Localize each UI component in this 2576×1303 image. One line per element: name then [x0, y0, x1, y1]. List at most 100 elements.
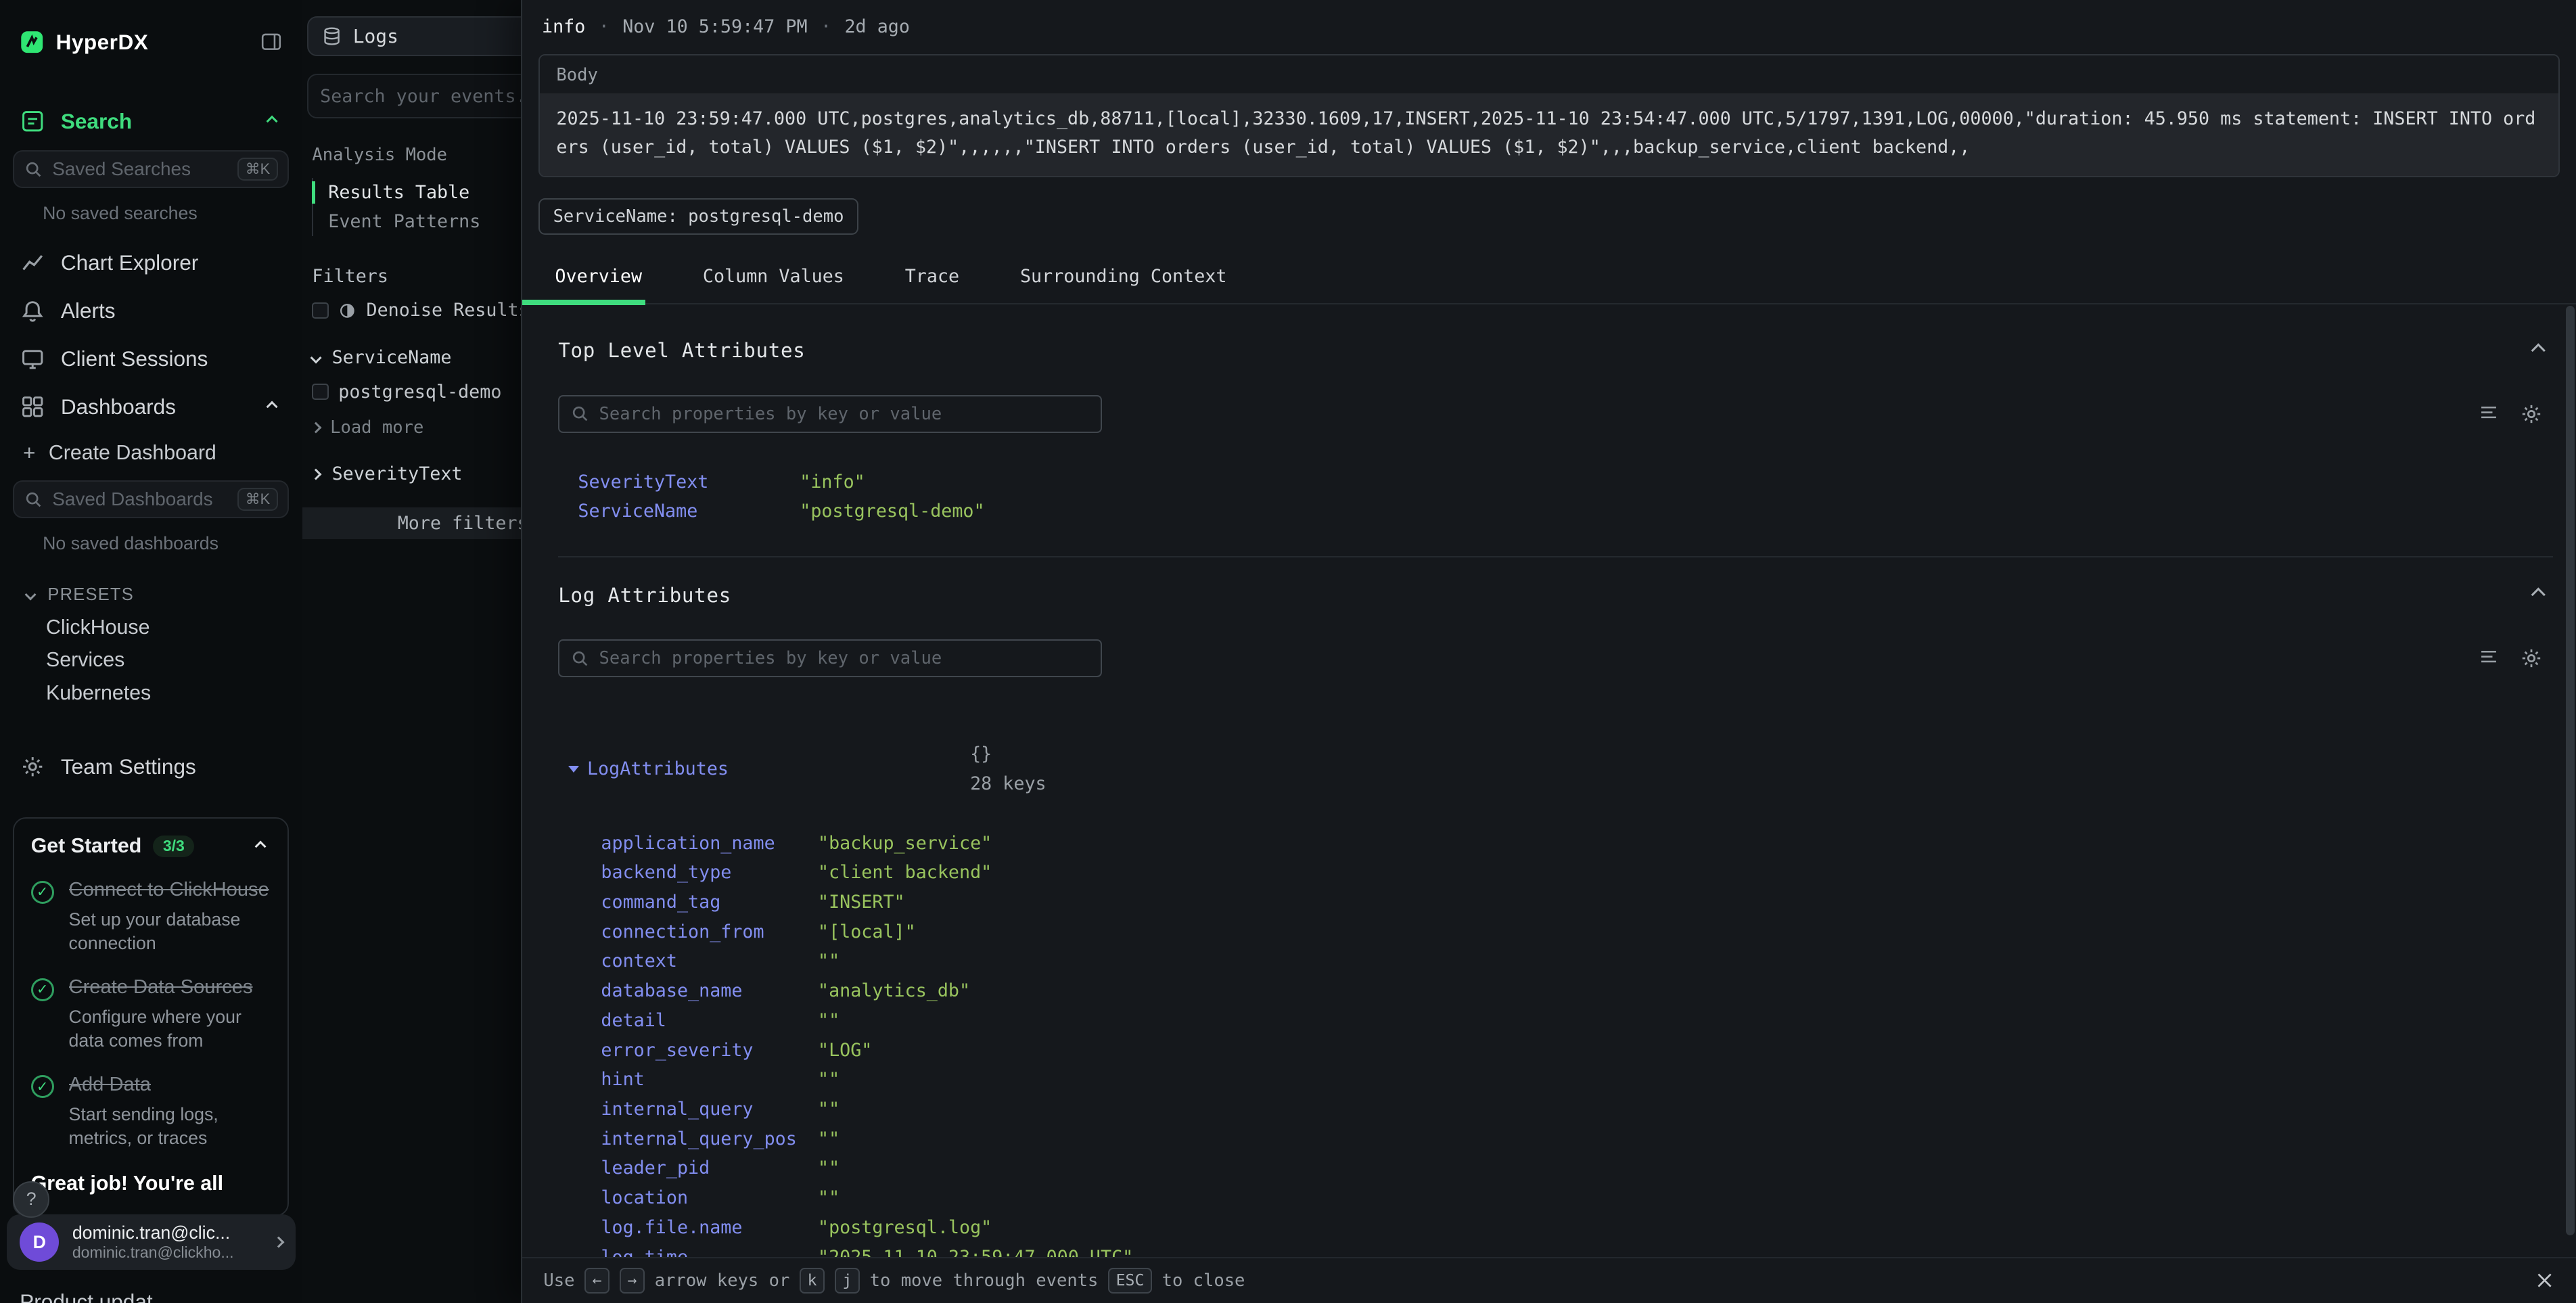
- attribute-key[interactable]: connection_from: [558, 917, 818, 947]
- preset-item[interactable]: ClickHouse: [0, 612, 302, 645]
- property-search-input[interactable]: [599, 648, 1090, 668]
- saved-dashboards-search[interactable]: ⌘K: [13, 480, 289, 518]
- more-filters-button[interactable]: More filters: [302, 507, 521, 539]
- attribute-value[interactable]: "": [818, 1095, 840, 1124]
- attribute-value[interactable]: "postgresql.log": [818, 1213, 992, 1243]
- gear-icon[interactable]: [2520, 647, 2543, 670]
- property-search-box[interactable]: [558, 639, 1102, 677]
- tab-surrounding-context[interactable]: Surrounding Context: [1020, 253, 1226, 304]
- attribute-key[interactable]: backend_type: [558, 858, 818, 888]
- presets-toggle[interactable]: PRESETS: [0, 569, 302, 612]
- chevron-right-icon: [310, 468, 322, 480]
- caret-down-icon[interactable]: [568, 766, 579, 773]
- attribute-value[interactable]: "backup_service": [818, 829, 992, 859]
- attribute-key[interactable]: context: [558, 946, 818, 976]
- attribute-value[interactable]: "analytics_db": [818, 976, 970, 1006]
- event-search-box[interactable]: [307, 74, 521, 118]
- checkbox[interactable]: [312, 384, 328, 400]
- attribute-value[interactable]: "postgresql-demo": [800, 497, 984, 526]
- mode-results-table[interactable]: Results Table: [313, 178, 520, 207]
- attribute-key[interactable]: log_time: [558, 1243, 818, 1257]
- attribute-key[interactable]: internal_query_pos: [558, 1124, 818, 1154]
- sidebar-collapse-icon[interactable]: [260, 31, 283, 53]
- attribute-value[interactable]: "LOG": [818, 1036, 872, 1066]
- get-started-item[interactable]: ✓ Create Data Sources Configure where yo…: [31, 975, 271, 1053]
- collapse-section-icon[interactable]: [2531, 344, 2546, 358]
- sidebar-item-team-settings[interactable]: Team Settings: [0, 743, 302, 791]
- help-button[interactable]: ?: [13, 1181, 49, 1217]
- attribute-key[interactable]: leader_pid: [558, 1153, 818, 1183]
- attribute-key[interactable]: error_severity: [558, 1036, 818, 1066]
- line-wrap-icon[interactable]: [2477, 403, 2500, 426]
- facet-servicename[interactable]: ServiceName: [312, 347, 520, 368]
- vertical-scrollbar[interactable]: [2566, 306, 2574, 1236]
- tree-root-label[interactable]: LogAttributes: [587, 754, 729, 784]
- property-search-input[interactable]: [599, 404, 1090, 424]
- sidebar-item-chart-explorer[interactable]: Chart Explorer: [0, 239, 302, 287]
- detail-scroll-area[interactable]: Top Level Attributes: [522, 304, 2576, 1257]
- facet-value-row[interactable]: postgresql-demo: [312, 382, 520, 403]
- gear-icon[interactable]: [2520, 403, 2543, 426]
- attribute-key[interactable]: database_name: [558, 976, 818, 1006]
- saved-dashboards-input[interactable]: [52, 488, 227, 510]
- sidebar-item-alerts[interactable]: Alerts: [0, 287, 302, 335]
- collapse-section-icon[interactable]: [2531, 588, 2546, 602]
- separator-dot: ·: [821, 16, 831, 37]
- sidebar-item-search[interactable]: Search: [0, 97, 302, 145]
- facet-severitytext[interactable]: SeverityText: [312, 463, 520, 484]
- mode-event-patterns[interactable]: Event Patterns: [313, 207, 520, 236]
- denoise-checkbox-row[interactable]: Denoise Results: [312, 300, 520, 321]
- close-icon[interactable]: [2535, 1271, 2554, 1290]
- sidebar-item-client-sessions[interactable]: Client Sessions: [0, 335, 302, 383]
- saved-searches-input[interactable]: [52, 158, 227, 180]
- line-wrap-icon[interactable]: [2477, 647, 2500, 670]
- get-started-header[interactable]: Get Started 3/3: [31, 835, 271, 858]
- attribute-key[interactable]: detail: [558, 1006, 818, 1036]
- log-attribute-row: error_severity "LOG": [558, 1036, 2553, 1066]
- attribute-value[interactable]: "": [818, 1065, 840, 1095]
- tab-column-values[interactable]: Column Values: [703, 253, 844, 304]
- preset-item[interactable]: Services: [0, 644, 302, 677]
- event-relative-time: 2d ago: [844, 16, 909, 37]
- saved-searches-search[interactable]: ⌘K: [13, 150, 289, 188]
- create-dashboard-button[interactable]: + Create Dashboard: [0, 431, 302, 476]
- attribute-key[interactable]: command_tag: [558, 888, 818, 917]
- user-menu[interactable]: D dominic.tran@clic... dominic.tran@clic…: [7, 1214, 296, 1271]
- attribute-value[interactable]: "": [818, 1153, 840, 1183]
- preset-item-label: Kubernetes: [46, 682, 151, 704]
- attribute-value[interactable]: "": [818, 1006, 840, 1036]
- attribute-value[interactable]: "": [818, 1183, 840, 1213]
- service-name-chip[interactable]: ServiceName: postgresql-demo: [538, 198, 858, 234]
- body-log-text[interactable]: 2025-11-10 23:59:47.000 UTC,postgres,ana…: [540, 93, 2558, 176]
- attribute-value[interactable]: "": [818, 946, 840, 976]
- get-started-item[interactable]: ✓ Connect to ClickHouse Set up your data…: [31, 877, 271, 955]
- tree-root-row[interactable]: LogAttributes {} 28 keys: [558, 710, 2553, 829]
- database-icon: [322, 26, 342, 46]
- attribute-key[interactable]: location: [558, 1183, 818, 1213]
- attribute-value[interactable]: "": [818, 1124, 840, 1154]
- tab-overview[interactable]: Overview: [522, 253, 642, 304]
- attribute-key[interactable]: application_name: [558, 829, 818, 859]
- section-title: Top Level Attributes: [558, 339, 805, 362]
- load-more-button[interactable]: Load more: [312, 417, 520, 438]
- attribute-key[interactable]: hint: [558, 1065, 818, 1095]
- source-select-button[interactable]: Logs: [307, 16, 521, 55]
- attribute-key[interactable]: log.file.name: [558, 1213, 818, 1243]
- attribute-key[interactable]: ServiceName: [558, 497, 800, 526]
- tab-trace[interactable]: Trace: [905, 253, 959, 304]
- property-search-box[interactable]: [558, 395, 1102, 433]
- attribute-value[interactable]: "INSERT": [818, 888, 905, 917]
- checkbox[interactable]: [312, 302, 328, 319]
- product-updates-link[interactable]: Product updat...: [20, 1289, 170, 1303]
- attribute-value[interactable]: "[local]": [818, 917, 916, 947]
- attribute-key[interactable]: internal_query: [558, 1095, 818, 1124]
- attribute-value[interactable]: "client backend": [818, 858, 992, 888]
- attribute-value[interactable]: "2025-11-10 23:59:47.000 UTC": [818, 1243, 1133, 1257]
- preset-item[interactable]: Kubernetes: [0, 677, 302, 710]
- sidebar-item-dashboards[interactable]: Dashboards: [0, 383, 302, 431]
- event-search-input[interactable]: [320, 86, 521, 107]
- attribute-key[interactable]: SeverityText: [558, 467, 800, 497]
- get-started-item[interactable]: ✓ Add Data Start sending logs, metrics, …: [31, 1072, 271, 1150]
- attribute-value[interactable]: "info": [800, 467, 865, 497]
- event-header: info · Nov 10 5:59:47 PM · 2d ago: [522, 0, 2576, 52]
